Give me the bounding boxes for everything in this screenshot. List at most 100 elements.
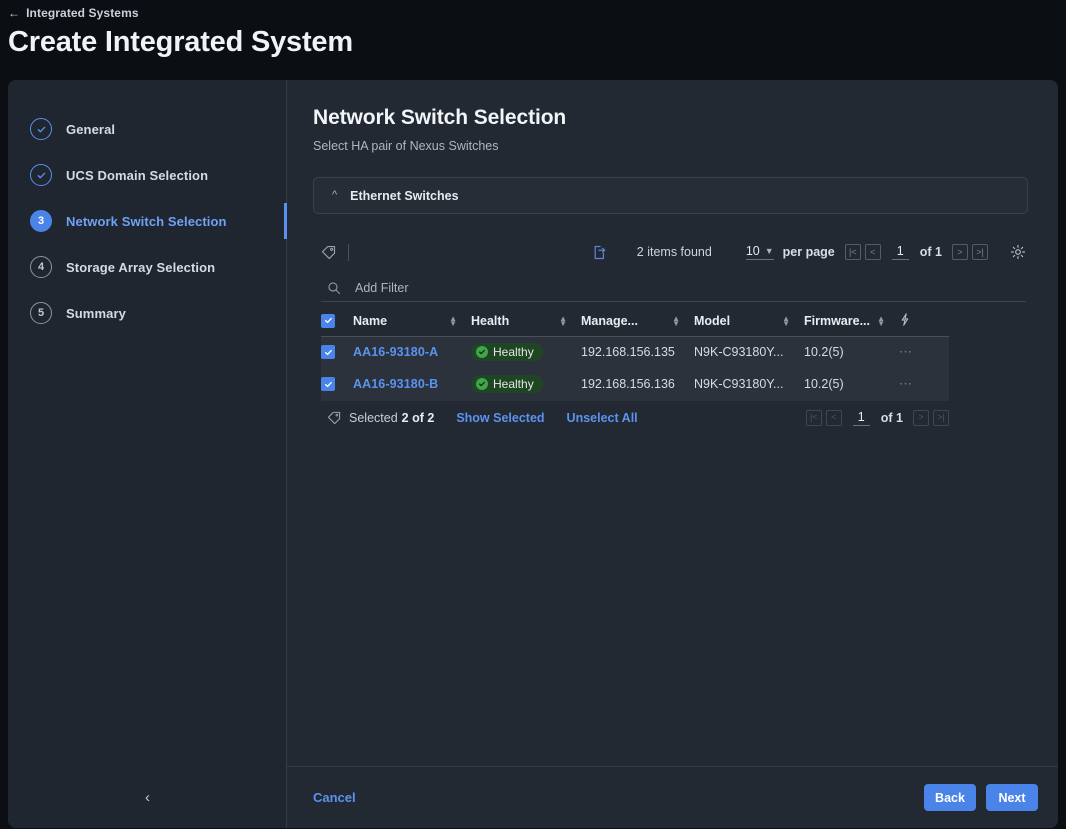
select-all-checkbox[interactable] [321,314,335,328]
sidebar-item-general[interactable]: General [8,106,286,152]
sort-icon: ▲▼ [877,316,885,326]
sidebar-item-storage-array-selection[interactable]: 4 Storage Array Selection [8,244,286,290]
column-header-firmware[interactable]: Firmware... ▲▼ [804,306,899,336]
items-found-count: 2 items found [637,245,712,259]
section-subtitle: Select HA pair of Nexus Switches [313,139,1028,153]
step-number-badge: 3 [30,210,52,232]
wizard-sidebar: General UCS Domain Selection 3 Network S… [8,80,287,828]
ellipsis-icon[interactable]: ⋯ [899,344,914,359]
per-page-value: 10 [746,244,760,258]
select-all-header [321,306,353,336]
step-complete-icon [30,164,52,186]
sidebar-item-summary[interactable]: 5 Summary [8,290,286,336]
switch-name-link[interactable]: AA16-93180-A [353,345,438,359]
status-badge: Healthy [471,343,543,361]
column-header-model[interactable]: Model ▲▼ [694,306,804,336]
table-row[interactable]: AA16-93180-B Healthy 192.168.1 [321,368,949,400]
status-badge: Healthy [471,375,543,393]
sidebar-item-network-switch-selection[interactable]: 3 Network Switch Selection [8,198,286,244]
row-select-cell [321,368,353,400]
filter-row [321,274,1026,302]
row-checkbox[interactable] [321,345,335,359]
page-prev-button[interactable]: < [865,244,881,260]
toolbar-divider [348,244,349,261]
next-button[interactable]: Next [986,784,1038,811]
sidebar-item-label: Network Switch Selection [66,214,227,229]
per-page-select[interactable]: 10 ▼ [746,244,774,260]
table-pagination: |< < 1 of 1 > >| [845,244,988,260]
page-next-button[interactable]: > [913,410,929,426]
page-prev-button[interactable]: < [826,410,842,426]
filter-input[interactable] [355,281,755,295]
selected-count: 2 of 2 [402,411,435,425]
column-header-health[interactable]: Health ▲▼ [471,306,581,336]
search-icon [327,281,341,295]
column-label: Manage... [581,314,638,328]
export-icon[interactable] [592,245,607,260]
sidebar-item-label: General [66,122,115,137]
selection-pagination: |< < 1 of 1 > >| [806,410,949,426]
cell-row-actions: ⋯ [899,336,949,368]
gear-icon[interactable] [1010,244,1026,260]
tag-icon [327,411,341,425]
breadcrumb-back-link[interactable]: ← Integrated Systems [8,6,139,20]
cell-health: Healthy [471,336,581,368]
switch-table: Name ▲▼ Health ▲▼ [321,306,949,401]
page-last-button[interactable]: >| [972,244,988,260]
sidebar-item-label: Storage Array Selection [66,260,215,275]
cell-management-address: 192.168.156.135 [581,336,694,368]
cell-row-actions: ⋯ [899,368,949,400]
row-checkbox[interactable] [321,377,335,391]
cancel-button[interactable]: Cancel [313,790,356,805]
column-header-actions [899,306,949,336]
show-selected-link[interactable]: Show Selected [456,411,544,425]
back-button[interactable]: Back [924,784,976,811]
check-circle-icon [476,378,488,390]
page-last-button[interactable]: >| [933,410,949,426]
unselect-all-link[interactable]: Unselect All [567,411,638,425]
accordion-ethernet-switches[interactable]: ^ Ethernet Switches [313,177,1028,214]
sidebar-item-ucs-domain-selection[interactable]: UCS Domain Selection [8,152,286,198]
per-page-label: per page [783,245,835,259]
sort-icon: ▲▼ [672,316,680,326]
sort-icon: ▲▼ [559,316,567,326]
column-label: Firmware... [804,314,870,328]
status-label: Healthy [493,345,534,359]
page-number-input[interactable]: 1 [853,410,870,426]
page-first-button[interactable]: |< [845,244,861,260]
page-number-input[interactable]: 1 [892,244,909,260]
table-row[interactable]: AA16-93180-A Healthy 192.168.1 [321,336,949,368]
page-first-button[interactable]: |< [806,410,822,426]
arrow-left-icon: ← [8,7,20,19]
cell-name: AA16-93180-B [353,368,471,400]
ellipsis-icon[interactable]: ⋯ [899,376,914,391]
chevron-up-icon: ^ [332,190,337,201]
page-next-button[interactable]: > [952,244,968,260]
page-header: ← Integrated Systems Create Integrated S… [0,0,1066,80]
breadcrumb-label: Integrated Systems [26,6,139,20]
main-content: Network Switch Selection Select HA pair … [287,80,1058,766]
table-header-row: Name ▲▼ Health ▲▼ [321,306,949,336]
selected-prefix: Selected [349,411,398,425]
cell-model: N9K-C93180Y... [694,336,804,368]
column-header-name[interactable]: Name ▲▼ [353,306,471,336]
step-complete-icon [30,118,52,140]
switch-name-link[interactable]: AA16-93180-B [353,377,438,391]
sort-icon: ▲▼ [449,316,457,326]
chevron-left-icon: ‹ [145,789,150,806]
column-header-management[interactable]: Manage... ▲▼ [581,306,694,336]
sidebar-collapse-button[interactable]: ‹ [8,766,287,828]
cell-model: N9K-C93180Y... [694,368,804,400]
step-number-badge: 5 [30,302,52,324]
status-label: Healthy [493,377,534,391]
cell-firmware: 10.2(5) [804,368,899,400]
page-total-label: of 1 [881,411,903,425]
sort-icon: ▲▼ [782,316,790,326]
cell-firmware: 10.2(5) [804,336,899,368]
tag-icon[interactable] [321,245,336,260]
column-label: Health [471,314,509,328]
wizard-main-panel: Network Switch Selection Select HA pair … [287,80,1058,828]
step-number-badge: 4 [30,256,52,278]
cell-name: AA16-93180-A [353,336,471,368]
lightning-bolt-icon [899,315,911,329]
